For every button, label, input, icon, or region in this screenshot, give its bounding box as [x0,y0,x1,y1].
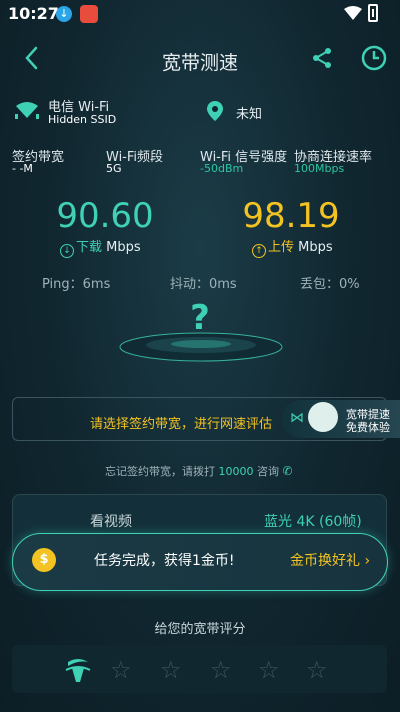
redeem-gift-link[interactable]: 金币换好礼 › [290,550,370,570]
app-notification-icon [80,5,98,23]
compass-icon [308,402,338,432]
page-title: 宽带测速 [161,52,238,74]
upload-arrow-icon: ↑ [252,244,266,258]
promo-arrows-icon: ⋈ [290,410,304,426]
download-unit: Mbps [106,240,141,255]
wifi-status-icon [344,6,362,20]
wifi-signal-icon [15,102,39,119]
history-clock-icon[interactable] [360,44,388,72]
upload-word: 上传 [268,240,295,255]
forgot-bandwidth-hint: 忘记签约带宽，请拨打 10000 咨询 ✆ [105,463,293,479]
share-icon[interactable] [310,46,334,70]
download-notification-icon: ↓ [56,6,72,22]
chevron-right-icon: › [364,553,371,569]
stat-value-link-rate: 100Mbps [294,162,345,175]
stat-value-signal: -50dBm [200,162,244,175]
star-1-icon[interactable]: ☆ [110,656,132,684]
star-4-icon[interactable]: ☆ [258,656,280,684]
glow-disc-decoration [119,332,283,362]
video-label: 看视频 [90,514,132,530]
stat-value-band: 5G [106,162,122,175]
select-bandwidth-text[interactable]: 请选择签约带宽，进行网速评估 [90,413,272,432]
location-pin-icon [207,101,223,121]
upload-unit: Mbps [298,240,333,255]
video-quality-value: 蓝光 4K (60帧) [264,514,362,530]
star-3-icon[interactable]: ☆ [210,656,232,684]
download-label: ↓ 下载 Mbps [60,236,141,258]
battery-icon [368,4,378,22]
jitter-metric: 抖动：0ms [170,277,237,292]
hotline-number[interactable]: 10000 [219,465,254,478]
forgot-text: 忘记签约带宽，请拨打 [105,465,215,478]
coin-icon: $ [32,548,56,572]
download-arrow-icon: ↓ [60,244,74,258]
phone-icon[interactable]: ✆ [283,464,293,478]
packet-loss-metric: 丢包：0% [300,277,360,292]
download-speed-value: 90.60 [56,196,154,236]
upload-label: ↑ 上传 Mbps [252,236,333,258]
promo-line2: 免费体验 [346,421,390,434]
stat-value-bandwidth: - -M [12,162,33,175]
ssid-subtitle: Hidden SSID [48,113,117,126]
rating-label: 给您的宽带评分 [154,622,246,637]
ping-metric: Ping：6ms [42,277,111,292]
download-word: 下载 [76,240,103,255]
redeem-gift-label[interactable]: 金币换好礼 [290,553,360,569]
star-2-icon[interactable]: ☆ [160,656,182,684]
reward-message: 任务完成，获得1金币! [94,553,235,569]
telecom-logo-icon [65,659,91,682]
status-time: 10:27 [8,4,59,23]
star-5-icon[interactable]: ☆ [306,656,328,684]
forgot-suffix: 咨询 [257,465,279,478]
location-text: 未知 [236,107,263,122]
upload-speed-value: 98.19 [242,196,340,236]
